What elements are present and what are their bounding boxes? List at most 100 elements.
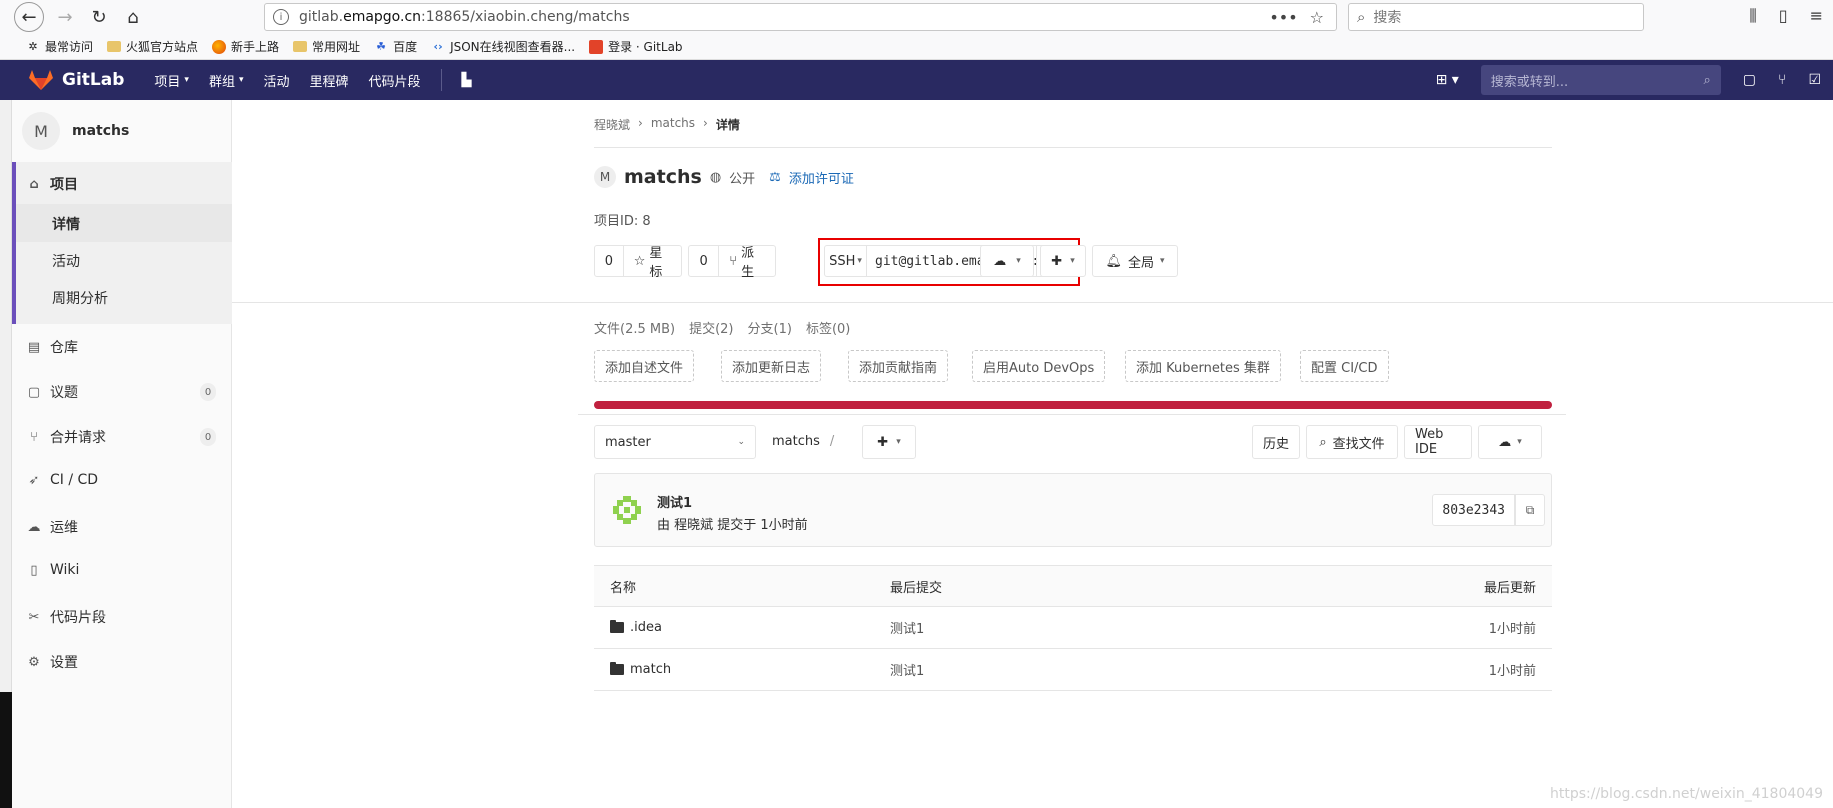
add-readme-button[interactable]: 添加自述文件 [594, 350, 695, 382]
scale-icon: ⚖ [769, 169, 781, 185]
stat-tags[interactable]: 标签(0) [806, 318, 850, 337]
history-button[interactable]: 历史 [1252, 425, 1300, 459]
nav-snippets[interactable]: 代码片段 [369, 69, 421, 91]
add-changelog-button[interactable]: 添加更新日志 [721, 350, 822, 382]
file-last-commit[interactable]: 测试1 [890, 660, 924, 679]
sidebar-item-cycle-analytics[interactable]: 周期分析 [52, 288, 108, 308]
sidebar-item-snippets[interactable]: ✂ 代码片段 [26, 607, 106, 627]
forward-icon[interactable]: → [50, 2, 80, 32]
chart-icon[interactable]: ▙ [462, 69, 472, 91]
bookmark-star-icon[interactable]: ☆ [1310, 8, 1324, 27]
nav-milestones[interactable]: 里程碑 [310, 69, 349, 91]
find-file-button[interactable]: ⌕ 查找文件 [1306, 425, 1398, 459]
branch-select[interactable]: master ⌄ [594, 425, 756, 459]
bookmark-label: 新手上路 [231, 40, 280, 54]
add-license-link[interactable]: 添加许可证 [789, 168, 854, 187]
setup-cicd-button[interactable]: 配置 CI/CD [1300, 350, 1389, 382]
sidebar-item-label: Wiki [50, 562, 80, 578]
sidebar-toggle-icon[interactable]: ▯ [1779, 6, 1788, 26]
sidebar-item-merge-requests[interactable]: ⑂ 合并请求 [26, 427, 106, 447]
bookmark-label: 最常访问 [45, 40, 94, 54]
table-row[interactable]: .idea 测试1 1小时前 [594, 607, 1552, 649]
left-edge-strip [0, 100, 12, 808]
download-button[interactable]: ☁ ▾ [980, 245, 1034, 277]
sidebar-item-repository[interactable]: ▤ 仓库 [26, 337, 78, 357]
download-button[interactable]: ☁ ▾ [1478, 425, 1542, 459]
page-actions-icon[interactable]: ••• [1269, 8, 1297, 27]
bookmark-baidu[interactable]: ☘ 百度 [374, 38, 417, 55]
notification-button[interactable]: 🔔︎ 全局 ▾ [1092, 245, 1178, 277]
merge-request-icon[interactable]: ⑂ [1778, 72, 1786, 88]
sidebar-item-operations[interactable]: ☁ 运维 [26, 517, 79, 537]
web-ide-button[interactable]: Web IDE [1404, 425, 1472, 459]
star-icon: ☆ [633, 253, 646, 269]
gitlab-search-input[interactable]: 搜索或转到... ⌕ [1480, 65, 1721, 95]
sidebar-item-settings[interactable]: ⚙ 设置 [26, 652, 78, 672]
enable-auto-devops-button[interactable]: 启用Auto DevOps [972, 350, 1106, 382]
commit-title[interactable]: 测试1 [657, 492, 692, 511]
add-kubernetes-button[interactable]: 添加 Kubernetes 集群 [1125, 350, 1281, 382]
sidebar-item-cicd[interactable]: ➶ CI / CD [26, 472, 99, 488]
bookmark-label: JSON在线视图查看器... [450, 40, 576, 54]
sidebar-sub-highlight [16, 204, 232, 242]
path-root[interactable]: matchs [772, 434, 820, 449]
bookmark-most-visited[interactable]: ✲ 最常访问 [26, 38, 93, 55]
star-button[interactable]: 0 ☆ 星标 [594, 245, 682, 280]
library-icon[interactable]: ⫼ [1749, 6, 1756, 26]
nav-projects[interactable]: 项目 ▾ [154, 69, 189, 91]
stat-commits[interactable]: 提交(2) [689, 318, 733, 337]
fork-button[interactable]: 0 ⑂ 派生 [688, 245, 776, 280]
table-row[interactable]: match 测试1 1小时前 [594, 649, 1552, 691]
nav-activity[interactable]: 活动 [263, 69, 289, 91]
browser-search-input[interactable]: ⌕ 搜索 [1348, 3, 1644, 31]
divider [440, 69, 442, 91]
watermark: https://blog.csdn.net/weixin_41804049 [1549, 786, 1823, 802]
fork-icon: ⑂ [729, 253, 738, 269]
sidebar-item-project[interactable]: ⌂ 项目 [26, 174, 78, 194]
sidebar-item-details[interactable]: 详情 [52, 214, 80, 234]
notification-label: 全局 [1127, 255, 1154, 271]
bookmark-json[interactable]: ‹› JSON在线视图查看器... [431, 38, 576, 55]
sidebar-item-wiki[interactable]: ▯ Wiki [26, 562, 79, 578]
file-name[interactable]: match [630, 662, 671, 677]
chevron-down-icon: ▾ [896, 437, 901, 447]
sidebar-project-header[interactable]: M matchs [22, 112, 129, 150]
url-bar[interactable]: i gitlab. emapgo.cn:18865/xiaobin.cheng/m… [264, 3, 1337, 31]
add-button[interactable]: ✚ ▾ [1040, 245, 1086, 277]
protocol-dropdown[interactable]: SSH ▾ [825, 246, 867, 276]
todo-icon[interactable]: ☑ [1808, 72, 1821, 88]
new-item-icon[interactable]: ⊞ ▾ [1436, 72, 1459, 88]
bookmark-gitlab-login[interactable]: 登录 · GitLab [589, 38, 683, 55]
breadcrumb-current[interactable]: 详情 [716, 116, 740, 133]
stat-branches[interactable]: 分支(1) [748, 318, 792, 337]
breadcrumb-user[interactable]: 程晓斌 [594, 116, 630, 133]
sidebar-item-issues[interactable]: ▢ 议题 [26, 382, 78, 402]
home-icon[interactable]: ⌂ [118, 2, 148, 32]
reload-icon[interactable]: ↻ [84, 2, 114, 32]
bookmark-firefox[interactable]: 火狐官方站点 [107, 38, 198, 55]
gitlab-logo[interactable]: GitLab [28, 69, 124, 91]
column-header-last-commit: 最后提交 [890, 580, 943, 596]
add-contributing-button[interactable]: 添加贡献指南 [848, 350, 949, 382]
back-icon[interactable]: ← [14, 2, 44, 32]
chevron-down-icon: ▾ [1070, 256, 1075, 266]
commit-author-avatar[interactable] [611, 494, 643, 526]
bookmark-getting-started[interactable]: 新手上路 [212, 38, 279, 55]
new-file-button[interactable]: ✚ ▾ [862, 425, 916, 459]
nav-label: 项目 [154, 74, 181, 90]
nav-groups[interactable]: 群组 ▾ [209, 69, 244, 91]
file-last-commit[interactable]: 测试1 [890, 618, 924, 637]
last-commit-panel: 测试1 由 程晓斌 提交于 1小时前 803e2343 ⧉ [594, 473, 1552, 547]
menu-icon[interactable]: ≡ [1810, 6, 1823, 26]
file-name[interactable]: .idea [630, 620, 662, 635]
breadcrumb-project[interactable]: matchs [651, 116, 695, 133]
info-icon[interactable]: i [273, 9, 289, 25]
sidebar-item-activity[interactable]: 活动 [52, 251, 80, 271]
avatar: M [22, 112, 60, 150]
bookmark-common[interactable]: 常用网址 [293, 38, 360, 55]
commit-sha[interactable]: 803e2343 [1432, 494, 1515, 526]
stat-files[interactable]: 文件(2.5 MB) [594, 318, 675, 337]
issues-icon[interactable]: ▢ [1743, 72, 1756, 88]
main-content: 程晓斌 › matchs › 详情 M matchs ◍ 公开 ⚖ 添加许可证 项目… [232, 100, 1833, 808]
copy-icon[interactable]: ⧉ [1515, 494, 1545, 526]
